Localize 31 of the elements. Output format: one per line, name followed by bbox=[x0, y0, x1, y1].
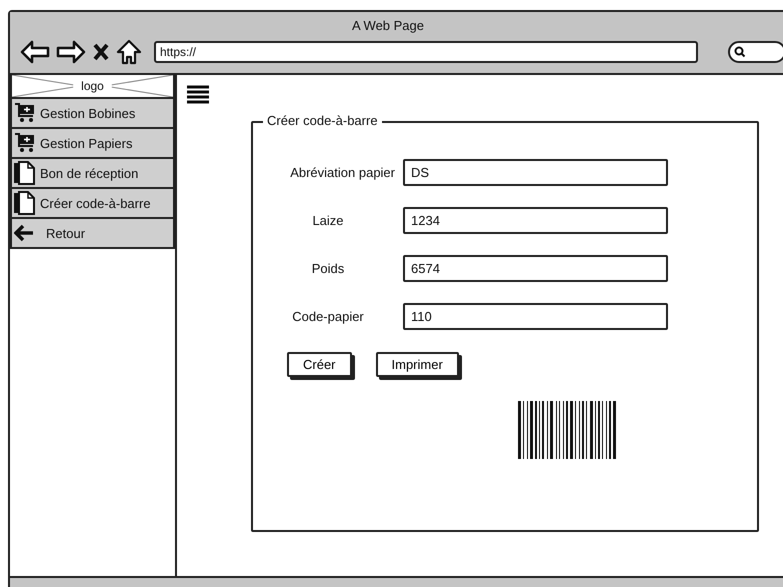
field-label: Abréviation papier bbox=[289, 165, 396, 180]
window-title: A Web Page bbox=[352, 18, 424, 33]
back-arrow-icon bbox=[14, 224, 34, 242]
panel-title: Créer code-à-barre bbox=[263, 113, 382, 128]
home-icon[interactable] bbox=[116, 39, 142, 65]
cart-icon bbox=[14, 102, 36, 124]
cart-icon bbox=[14, 132, 36, 154]
field-label: Laize bbox=[311, 213, 345, 228]
address-bar[interactable]: https:// bbox=[154, 41, 698, 63]
field-label: Poids bbox=[310, 261, 346, 276]
form-button[interactable]: Imprimer bbox=[376, 352, 459, 377]
close-icon[interactable] bbox=[92, 42, 110, 62]
input-field[interactable]: 6574 bbox=[403, 255, 668, 282]
sidebar-item[interactable]: Bon de réception bbox=[10, 159, 175, 189]
input-field[interactable]: 110 bbox=[403, 303, 668, 330]
sidebar-item[interactable]: Retour bbox=[10, 219, 175, 249]
sidebar-item[interactable]: Gestion Bobines bbox=[10, 99, 175, 129]
sidebar-item[interactable]: Créer code-à-barre bbox=[10, 189, 175, 219]
menu-icon[interactable] bbox=[187, 85, 209, 105]
field-label: Code-papier bbox=[291, 309, 365, 324]
logo-text: logo bbox=[80, 79, 105, 93]
sidebar-item[interactable]: Gestion Papiers bbox=[10, 129, 175, 159]
document-icon bbox=[14, 161, 36, 185]
back-icon[interactable] bbox=[20, 40, 50, 64]
input-field[interactable]: DS bbox=[403, 159, 668, 186]
input-field[interactable]: 1234 bbox=[403, 207, 668, 234]
form-button[interactable]: Créer bbox=[287, 352, 352, 377]
forward-icon[interactable] bbox=[56, 40, 86, 64]
document-icon bbox=[14, 191, 36, 215]
search-icon bbox=[734, 46, 746, 58]
search-field[interactable] bbox=[728, 41, 783, 63]
